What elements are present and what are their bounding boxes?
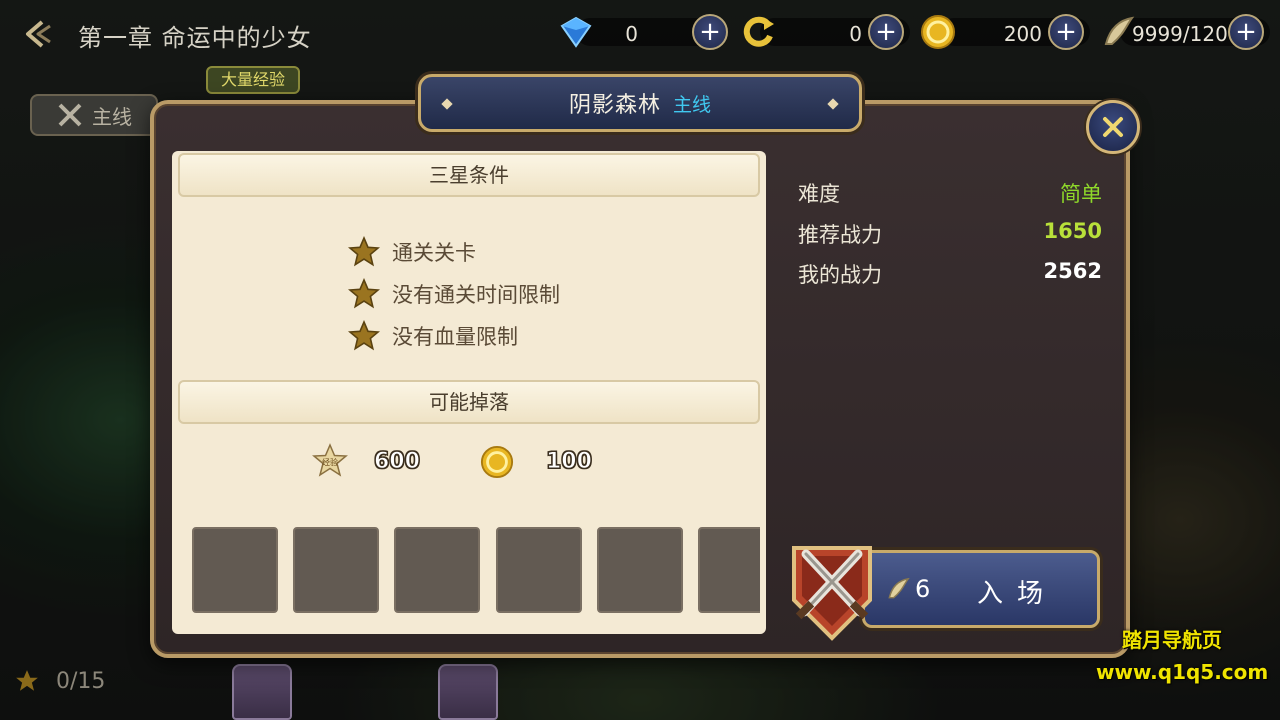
dialog-title-plate: 阴影森林 主线 [418, 74, 862, 132]
refresh-add-button[interactable]: + [868, 14, 904, 50]
gem-add-button[interactable]: + [692, 14, 728, 50]
reward-chest-1[interactable] [232, 664, 292, 720]
stage-title: 阴影森林 [568, 93, 661, 118]
difficulty-value: 简单 [1060, 182, 1102, 206]
close-button[interactable] [1086, 100, 1140, 154]
drop-slot[interactable] [293, 527, 379, 613]
recommended-power-row: 推荐战力 1650 [798, 219, 1102, 249]
gem-value: 0 [625, 22, 638, 46]
stamina-cost: 6 [885, 575, 930, 603]
gold-coin-icon [921, 15, 955, 49]
crossed-swords-icon [58, 103, 82, 127]
enter-battle-button[interactable]: 6 入场 [862, 550, 1100, 628]
stamina-cost-value: 6 [915, 575, 931, 603]
star-icon [16, 670, 38, 691]
my-power-label: 我的战力 [798, 263, 882, 287]
stamina-wing-icon [888, 577, 910, 599]
recommended-power-value: 1650 [1043, 219, 1102, 243]
my-power-value: 2562 [1043, 259, 1102, 283]
tab-main-label: 主线 [92, 104, 132, 129]
refresh-icon [743, 16, 774, 47]
back-arrow-icon [26, 20, 51, 48]
drop-slot[interactable] [496, 527, 582, 613]
gold-add-button[interactable]: + [1048, 14, 1084, 50]
drop-slot[interactable] [192, 527, 278, 613]
drop-slot[interactable] [698, 527, 760, 613]
gem-resource: 0 + [556, 14, 728, 50]
difficulty-row: 难度 简单 [798, 178, 1102, 208]
enter-label: 入场 [977, 579, 1058, 609]
exp-bonus-tag: 大量经验 [206, 66, 300, 94]
title-ornament-right [827, 98, 839, 110]
stamina-value: 9999/120 [1132, 22, 1228, 46]
stage-stars-progress: 0/15 [14, 668, 105, 694]
stamina-resource: 9999/120 + [1100, 14, 1272, 50]
difficulty-label: 难度 [798, 182, 840, 206]
chapter-title: 第一章 命运中的少女 [78, 24, 312, 52]
top-bar: 第一章 命运中的少女 0 + 0 + 200 + 9999/120 + [0, 0, 1280, 64]
watermark-url: www.q1q5.com [1096, 660, 1269, 684]
stamina-wing-icon [1104, 16, 1135, 45]
stamina-add-button[interactable]: + [1228, 14, 1264, 50]
drop-slot[interactable] [394, 527, 480, 613]
battle-shield-icon [792, 546, 872, 641]
stars-count-text: 0/15 [56, 668, 106, 694]
reward-chest-2[interactable] [438, 664, 498, 720]
stage-info-panel: 三星条件 通关关卡 没有通关时间限制 没有血量限制 可能掉落 经验 600 10… [172, 151, 766, 634]
my-power-row: 我的战力 2562 [798, 259, 1102, 289]
close-icon [1103, 117, 1123, 137]
recommended-power-label: 推荐战力 [798, 223, 882, 247]
stage-type-label: 主线 [673, 93, 712, 116]
drop-slots [172, 151, 760, 634]
gold-resource: 200 + [920, 14, 1092, 50]
gold-value: 200 [1003, 22, 1042, 46]
watermark-title: 踏月导航页 [1122, 628, 1222, 652]
back-button[interactable] [18, 14, 58, 54]
title-ornament-left [441, 98, 453, 110]
refresh-value: 0 [849, 22, 862, 46]
drop-slot[interactable] [597, 527, 683, 613]
tab-main-story[interactable]: 主线 [30, 94, 158, 136]
refresh-resource: 0 + [740, 14, 912, 50]
